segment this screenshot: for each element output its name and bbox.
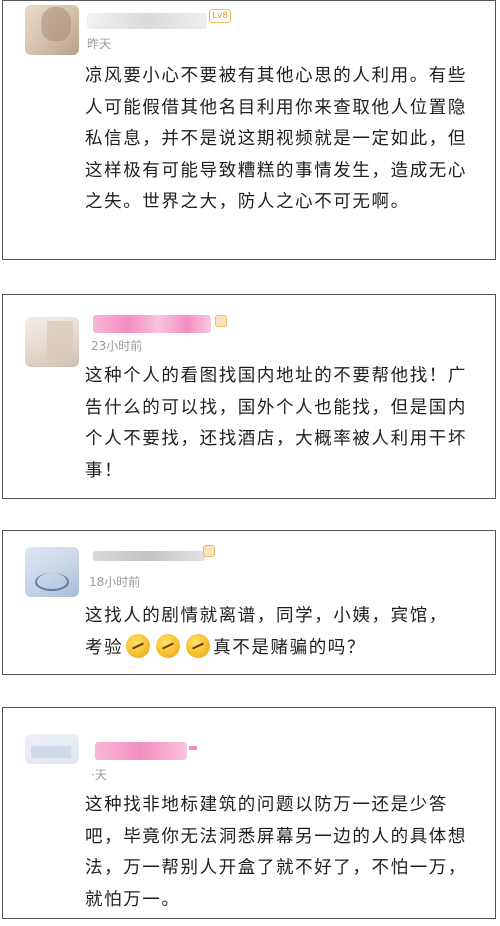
comment-card: Lv8 昨天 凉风要小心不要被有其他心思的人利用。有些人可能假借其他名目利用你来… [2,0,496,260]
username[interactable] [93,551,205,561]
comment-text: 这种个人的看图找国内地址的不要帮他找！广告什么的可以找，国外个人也能找，但是国内… [85,366,467,481]
comment-text-line: 这找人的剧情就离谱，同学，小姨，宾馆， [85,606,448,626]
comment-text: 这种找非地标建筑的问题以防万一还是少答吧，毕竟你无法洞悉屏幕另一边的人的具体想法… [85,795,467,910]
laughing-tears-emoji-icon [156,633,181,658]
laughing-tears-emoji-icon [126,633,151,658]
avatar[interactable] [25,547,79,597]
username[interactable] [93,315,211,333]
laughing-tears-emoji-icon [186,633,211,658]
avatar[interactable] [25,5,79,55]
level-badge [203,545,215,557]
comment-text: 凉风要小心不要被有其他心思的人利用。有些人可能假借其他名目利用你来查取他人位置隐… [85,66,467,212]
comment-card: 23小时前 这种个人的看图找国内地址的不要帮他找！广告什么的可以找，国外个人也能… [2,294,496,499]
comment-text-line: 考验 真不是赌骗的吗？ [85,633,481,665]
username[interactable] [87,13,207,29]
level-badge: Lv8 [209,9,232,23]
comment-time: ·天 [91,768,107,782]
username[interactable] [95,742,187,760]
comment-text: 这找人的剧情就离谱，同学，小姨，宾馆， 考验 真不是赌骗的吗？ [85,601,481,664]
comment-time: 23小时前 [91,339,143,353]
comment-card: 18小时前 这找人的剧情就离谱，同学，小姨，宾馆， 考验 真不是赌骗的吗？ [2,530,496,675]
avatar[interactable] [25,317,79,367]
comment-time: 昨天 [87,37,112,51]
comment-time: 18小时前 [89,575,141,589]
avatar[interactable] [25,734,79,764]
comment-card: ·天 这种找非地标建筑的问题以防万一还是少答吧，毕竟你无法洞悉屏幕另一边的人的具… [2,707,496,919]
level-badge [215,315,227,327]
username-accent [189,746,197,750]
